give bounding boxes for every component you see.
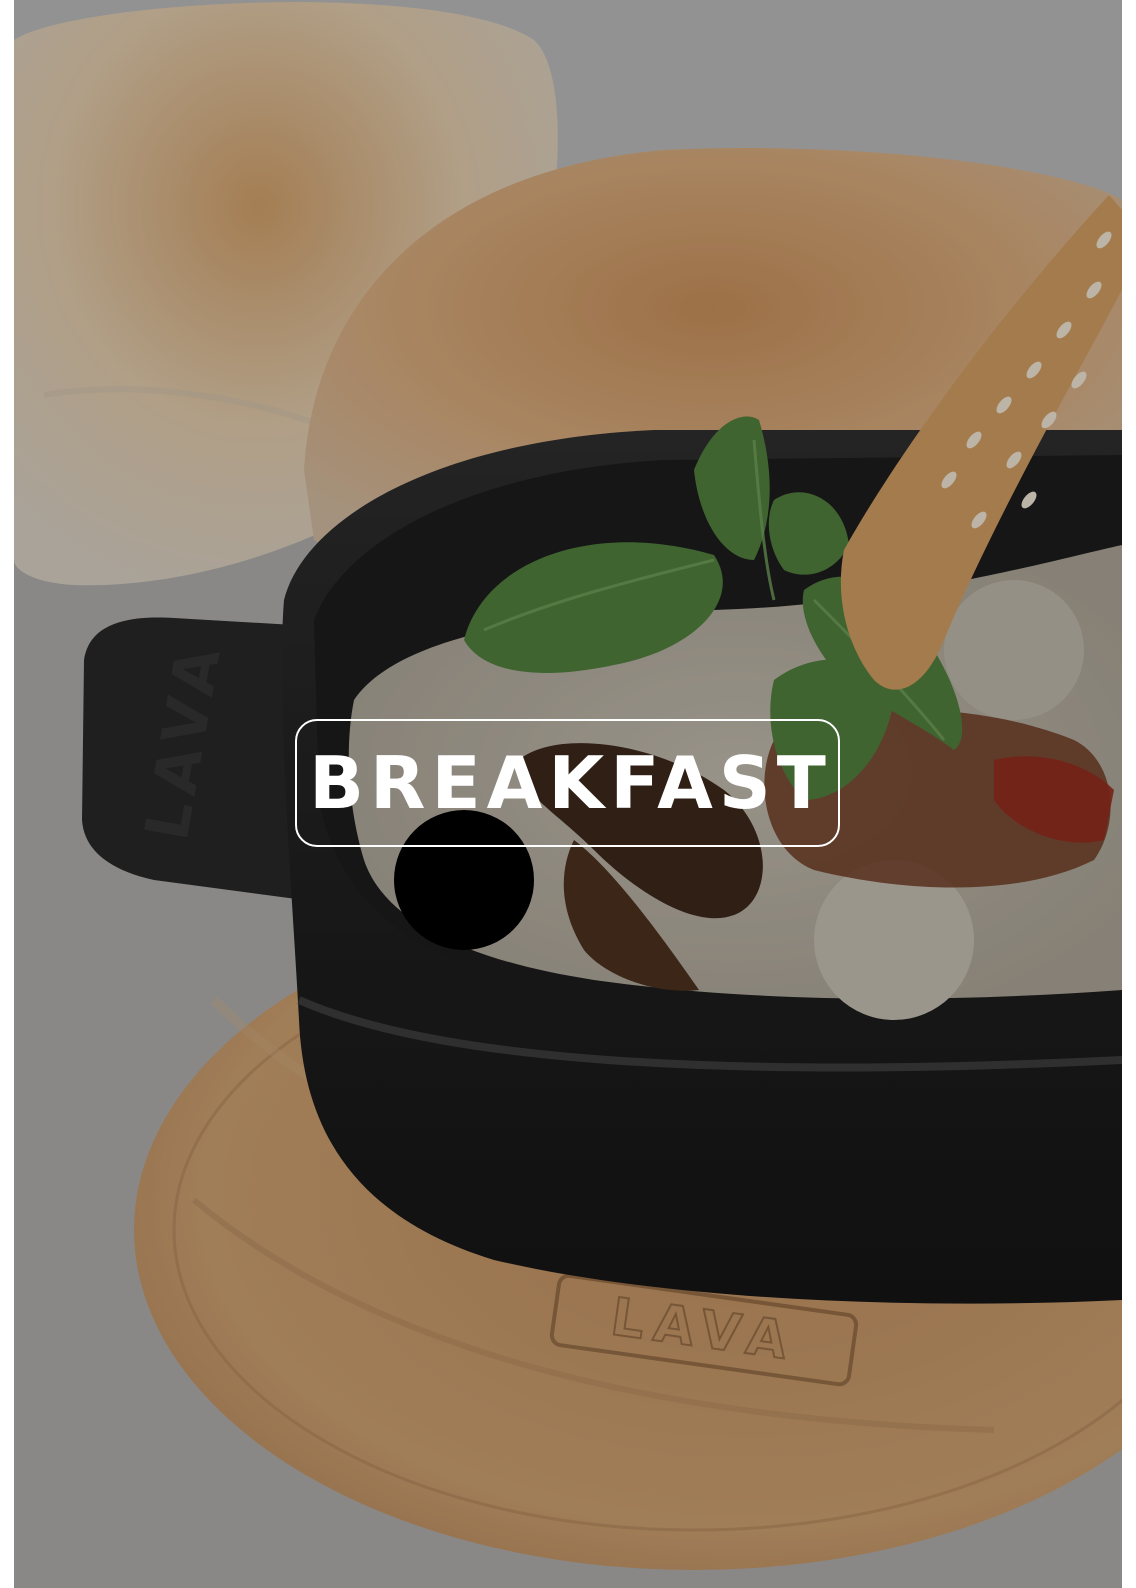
section-title: BREAKFAST: [309, 741, 832, 825]
section-title-frame[interactable]: BREAKFAST: [295, 719, 840, 847]
menu-page: LAVA LAVA BREAKFAST: [0, 0, 1136, 1588]
